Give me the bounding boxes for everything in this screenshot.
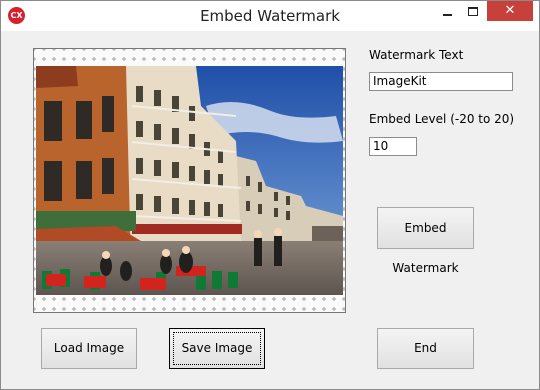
close-icon: ✕ — [504, 3, 516, 18]
embed-level-input[interactable]: 10 — [369, 137, 417, 156]
loaded-photo — [36, 66, 343, 295]
embed-watermark-button-label: Embed Watermark — [392, 221, 459, 275]
title-bar[interactable]: CX Embed Watermark ✕ — [1, 1, 539, 31]
app-window: CX Embed Watermark ✕ Watermark Text Imag… — [0, 0, 540, 390]
end-button-label: End — [414, 341, 437, 355]
minimize-icon — [443, 14, 452, 16]
save-image-button-label: Save Image — [181, 341, 253, 355]
embed-level-label: Embed Level (-20 to 20) — [369, 112, 515, 126]
save-image-button[interactable]: Save Image — [169, 328, 265, 369]
close-button[interactable]: ✕ — [487, 1, 533, 21]
load-image-button-label: Load Image — [53, 341, 125, 355]
maximize-icon — [468, 7, 478, 16]
embed-watermark-button[interactable]: Embed Watermark — [377, 207, 474, 275]
client-area: Watermark Text ImageKit Embed Level (-20… — [9, 31, 531, 382]
end-button[interactable]: End — [377, 328, 474, 369]
load-image-button[interactable]: Load Image — [41, 328, 137, 369]
picture-box[interactable] — [33, 48, 346, 313]
watermark-text-label: Watermark Text — [369, 48, 464, 62]
minimize-button[interactable] — [434, 1, 460, 21]
maximize-button[interactable] — [460, 1, 487, 21]
watermark-text-input[interactable]: ImageKit — [369, 72, 513, 91]
